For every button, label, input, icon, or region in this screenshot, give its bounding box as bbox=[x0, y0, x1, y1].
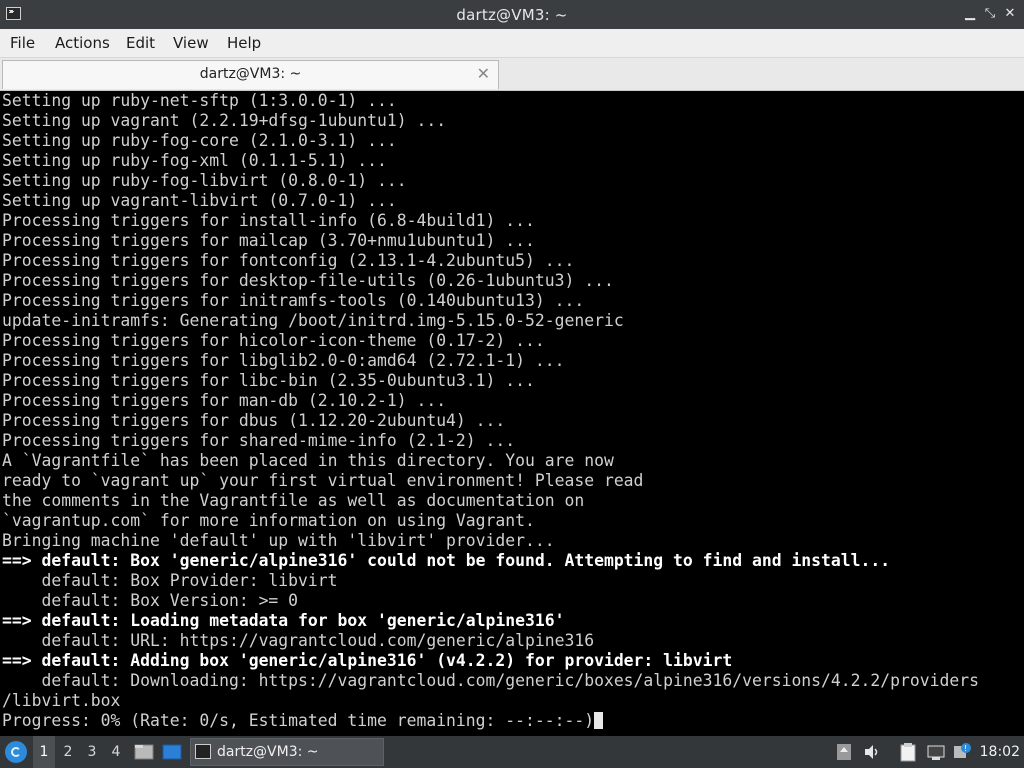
window-title: dartz@VM3: ~ bbox=[456, 6, 568, 24]
terminal-line: Processing triggers for hicolor-icon-the… bbox=[2, 331, 545, 350]
network-icon[interactable] bbox=[926, 742, 946, 762]
terminal-line: Setting up ruby-fog-core (2.1.0-3.1) ... bbox=[2, 131, 397, 150]
file-manager-icon[interactable] bbox=[134, 742, 154, 762]
tab-terminal[interactable]: dartz@VM3: ~ ✕ bbox=[2, 60, 499, 89]
terminal-line: Setting up vagrant-libvirt (0.7.0-1) ... bbox=[2, 191, 397, 210]
workspace-2[interactable]: 2 bbox=[57, 736, 79, 768]
terminal-line: Processing triggers for libglib2.0-0:amd… bbox=[2, 351, 565, 370]
terminal-line: Processing triggers for desktop-file-uti… bbox=[2, 271, 614, 290]
menu-file[interactable]: File bbox=[10, 34, 35, 52]
menu-help[interactable]: Help bbox=[227, 34, 261, 52]
terminal-line: A `Vagrantfile` has been placed in this … bbox=[2, 451, 614, 470]
terminal-line: Processing triggers for initramfs-tools … bbox=[2, 291, 585, 310]
taskbar: 1 2 3 4 dartz@VM3: ~ ! 18:02 bbox=[0, 736, 1024, 768]
workspace-4[interactable]: 4 bbox=[105, 736, 127, 768]
terminal-line: update-initramfs: Generating /boot/initr… bbox=[2, 311, 624, 330]
terminal-line: the comments in the Vagrantfile as well … bbox=[2, 491, 585, 510]
update-notifier-icon[interactable]: ! bbox=[952, 742, 972, 762]
tab-close-icon[interactable]: ✕ bbox=[477, 64, 490, 83]
terminal-line: ==> default: Loading metadata for box 'g… bbox=[2, 611, 565, 630]
clipboard-icon[interactable] bbox=[898, 742, 918, 762]
volume-icon[interactable] bbox=[862, 742, 882, 762]
terminal-line: ==> default: Box 'generic/alpine316' cou… bbox=[2, 551, 891, 570]
terminal-line: Processing triggers for man-db (2.10.2-1… bbox=[2, 391, 447, 410]
menu-actions[interactable]: Actions bbox=[55, 34, 110, 52]
terminal-task-icon bbox=[195, 744, 211, 759]
terminal-line: ==> default: Adding box 'generic/alpine3… bbox=[2, 651, 733, 670]
maximize-icon[interactable]: ⤡ bbox=[980, 4, 1000, 24]
terminal-line: Processing triggers for libc-bin (2.35-0… bbox=[2, 371, 535, 390]
terminal-line: Processing triggers for dbus (1.12.20-2u… bbox=[2, 411, 506, 430]
svg-text:!: ! bbox=[964, 744, 967, 753]
terminal-line: Processing triggers for fontconfig (2.13… bbox=[2, 251, 575, 270]
window-titlebar[interactable]: dartz@VM3: ~ ▁ ⤡ ✕ bbox=[0, 0, 1024, 29]
tab-label: dartz@VM3: ~ bbox=[199, 66, 302, 82]
menu-bar: File Actions Edit View Help bbox=[0, 29, 1024, 58]
terminal-line: default: Box Provider: libvirt bbox=[2, 571, 338, 590]
menu-edit[interactable]: Edit bbox=[126, 34, 155, 52]
workspace-1[interactable]: 1 bbox=[33, 736, 55, 768]
terminal-line: Processing triggers for mailcap (3.70+nm… bbox=[2, 231, 535, 250]
start-menu-icon[interactable] bbox=[5, 741, 27, 763]
upload-tray-icon[interactable] bbox=[834, 742, 854, 762]
menu-view[interactable]: View bbox=[173, 34, 209, 52]
terminal-line: Setting up ruby-net-sftp (1:3.0.0-1) ... bbox=[2, 91, 397, 110]
terminal-line: Processing triggers for install-info (6.… bbox=[2, 211, 535, 230]
terminal-line: default: URL: https://vagrantcloud.com/g… bbox=[2, 631, 595, 650]
terminal-line: Progress: 0% (Rate: 0/s, Estimated time … bbox=[2, 711, 979, 731]
taskbar-terminal-button[interactable]: dartz@VM3: ~ bbox=[190, 738, 384, 766]
terminal-line: default: Box Version: >= 0 bbox=[2, 591, 299, 610]
minimize-icon[interactable]: ▁ bbox=[960, 4, 980, 24]
close-icon[interactable]: ✕ bbox=[1000, 4, 1020, 24]
terminal-line: Setting up ruby-fog-libvirt (0.8.0-1) ..… bbox=[2, 171, 407, 190]
terminal-line: Setting up ruby-fog-xml (0.1.1-5.1) ... bbox=[2, 151, 387, 170]
terminal-lines: Setting up ruby-net-sftp (1:3.0.0-1) ...… bbox=[2, 91, 979, 731]
terminal-line: Processing triggers for shared-mime-info… bbox=[2, 431, 516, 450]
clock[interactable]: 18:02 bbox=[980, 744, 1020, 760]
terminal-line: `vagrantup.com` for more information on … bbox=[2, 511, 535, 530]
workspace-3[interactable]: 3 bbox=[81, 736, 103, 768]
show-desktop-icon[interactable] bbox=[162, 742, 182, 762]
terminal-line: default: Downloading: https://vagrantclo… bbox=[2, 671, 979, 690]
terminal-line: ready to `vagrant up` your first virtual… bbox=[2, 471, 644, 490]
terminal-line: Bringing machine 'default' up with 'libv… bbox=[2, 531, 555, 550]
terminal-cursor bbox=[594, 712, 604, 729]
tab-bar: dartz@VM3: ~ ✕ bbox=[0, 58, 1024, 91]
task-label: dartz@VM3: ~ bbox=[217, 744, 319, 760]
terminal-output[interactable]: Setting up ruby-net-sftp (1:3.0.0-1) ...… bbox=[0, 91, 1024, 736]
terminal-line: /libvirt.box bbox=[2, 691, 121, 710]
terminal-line: Setting up vagrant (2.2.19+dfsg-1ubuntu1… bbox=[2, 111, 447, 130]
